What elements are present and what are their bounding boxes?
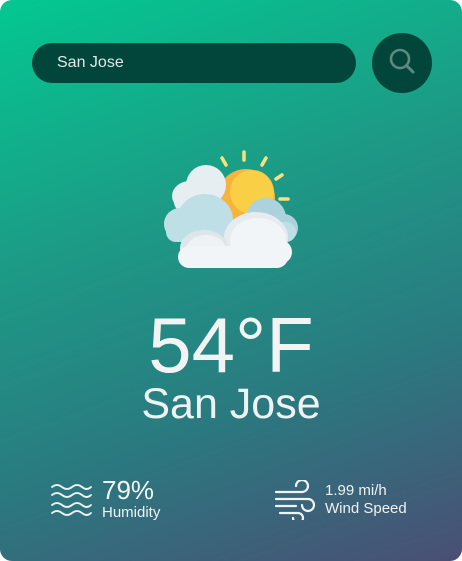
humidity-detail: 79% Humidity — [50, 476, 160, 522]
city-name: San Jose — [141, 380, 321, 428]
humidity-label: Humidity — [102, 504, 161, 521]
wind-detail: 1.99 mi/h Wind Speed — [274, 480, 407, 520]
search-bar[interactable] — [32, 43, 356, 83]
humidity-value: 79% — [102, 475, 155, 505]
weather-card: 54°F San Jose 79% Humidity — [0, 0, 462, 561]
wind-icon — [274, 480, 316, 520]
search-input[interactable] — [57, 54, 337, 72]
wind-value: 1.99 mi/h — [325, 482, 387, 499]
wind-label: Wind Speed — [325, 500, 407, 517]
partly-cloudy-icon — [160, 146, 304, 272]
search-icon — [387, 46, 417, 81]
search-button[interactable] — [372, 33, 432, 93]
humidity-waves-icon — [50, 479, 92, 519]
temperature: 54°F — [148, 301, 314, 389]
